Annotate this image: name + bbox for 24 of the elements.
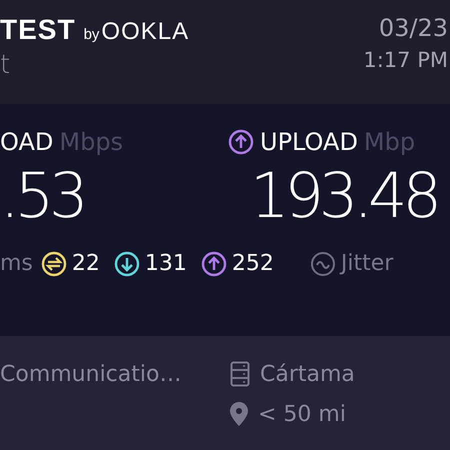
speed-value: .53 bbox=[0, 158, 84, 234]
jitter-label: Jitter bbox=[340, 251, 394, 276]
ping-unit: ms bbox=[0, 251, 33, 276]
jitter-icon bbox=[310, 250, 336, 277]
server-distance: < 50 mi bbox=[258, 402, 346, 426]
speed-unit: Mbps bbox=[59, 128, 124, 156]
test-date: 03/23 bbox=[378, 14, 448, 42]
speed-unit: Mbp bbox=[364, 128, 416, 156]
location-pin-icon bbox=[230, 402, 248, 426]
subtitle: t bbox=[0, 50, 12, 80]
logo-by-text: by bbox=[84, 26, 100, 43]
provider-name: Communicatio… bbox=[0, 362, 182, 386]
server-name: Cártama bbox=[260, 362, 355, 386]
ping-value: 22 bbox=[72, 251, 100, 276]
logo-text: TEST bbox=[0, 14, 76, 46]
ping-value: 131 bbox=[144, 251, 187, 276]
upload-icon bbox=[228, 129, 254, 155]
server-icon bbox=[230, 361, 250, 387]
logo-brand-text: OOKLA bbox=[101, 18, 190, 46]
test-time: 1:17 PM bbox=[363, 48, 448, 72]
speed-value: 193.48 bbox=[250, 158, 437, 234]
ping-value: 252 bbox=[232, 251, 274, 276]
speed-label: OAD bbox=[0, 128, 54, 156]
speed-label: UPLOAD bbox=[260, 128, 358, 156]
